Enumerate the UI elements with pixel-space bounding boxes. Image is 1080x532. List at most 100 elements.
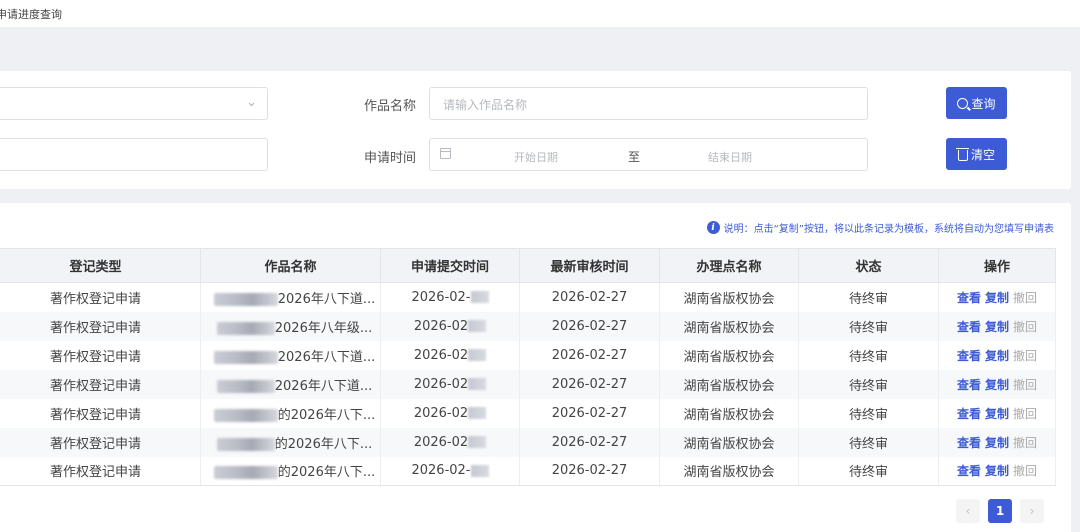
work-name-cell: 2026年八下道... <box>200 340 381 370</box>
redacted-text <box>216 437 275 451</box>
view-link[interactable]: 查看 <box>957 376 981 393</box>
withdraw-link[interactable]: 撤回 <box>1013 376 1037 393</box>
start-date-input[interactable]: 开始日期 <box>514 149 558 165</box>
copy-link[interactable]: 复制 <box>985 405 1009 422</box>
submit-time-text: 2026-02 <box>413 434 469 450</box>
redacted-text <box>468 349 487 361</box>
withdraw-link[interactable]: 撤回 <box>1013 347 1037 364</box>
redacted-text <box>468 407 487 419</box>
registration-type-cell: 著作权登记申请 <box>0 282 201 312</box>
trash-icon <box>955 147 969 161</box>
header-review-time: 最新审核时间 <box>519 248 660 283</box>
registration-type-cell: 著作权登记申请 <box>0 369 201 399</box>
actions-cell: 查看 复制 撤回 <box>938 456 1056 486</box>
table-row: 著作权登记申请 的2026年八下... 2026-02 2026-02-27 湖南省版权… <box>0 398 1056 428</box>
copy-link[interactable]: 复制 <box>985 347 1009 364</box>
redacted-text <box>216 321 275 335</box>
header-submit-time: 申请提交时间 <box>380 248 520 283</box>
prev-page-button[interactable]: ‹ <box>956 499 980 523</box>
review-time-cell: 2026-02-27 <box>519 340 660 370</box>
apply-time-label: 申请时间 <box>364 151 417 166</box>
work-name-text: 的2026年八下... <box>277 465 376 481</box>
withdraw-link[interactable]: 撤回 <box>1013 318 1037 335</box>
page-number-button[interactable]: 1 <box>988 499 1012 523</box>
status-cell: 待终审 <box>798 369 939 399</box>
info-icon: i <box>706 221 720 234</box>
work-name-label: 作品名称 <box>364 99 417 114</box>
withdraw-link[interactable]: 撤回 <box>1013 289 1037 306</box>
header-office-name: 办理点名称 <box>659 248 799 283</box>
submit-time-cell: 2026-02 <box>380 427 520 457</box>
view-link[interactable]: 查看 <box>957 405 981 422</box>
copy-link[interactable]: 复制 <box>985 318 1009 335</box>
review-time-cell: 2026-02-27 <box>519 282 660 312</box>
work-name-cell: 2026年八年级... <box>200 311 381 341</box>
work-name-cell: 的2026年八下... <box>200 398 381 428</box>
submit-time-cell: 2026-02- <box>380 282 520 312</box>
submit-time-cell: 2026-02 <box>380 340 520 370</box>
header-work-name: 作品名称 <box>200 248 381 283</box>
submit-time-cell: 2026-02- <box>380 456 520 486</box>
status-cell: 待终审 <box>798 398 939 428</box>
work-name-cell: 2026年八下道... <box>200 369 381 399</box>
date-range-picker[interactable]: 开始日期 至 结束日期 <box>429 138 868 171</box>
view-link[interactable]: 查看 <box>957 434 981 451</box>
office-name-cell: 湖南省版权协会 <box>659 398 799 428</box>
redacted-text <box>213 408 278 422</box>
work-name-text: 的2026年八下... <box>274 436 373 452</box>
redacted-text <box>213 466 278 480</box>
registration-type-select[interactable]: ⌄ <box>0 87 268 120</box>
clear-button[interactable]: 清空 <box>946 138 1007 170</box>
status-cell: 待终审 <box>798 282 939 312</box>
status-cell: 待终审 <box>798 340 939 370</box>
registration-type-cell: 著作权登记申请 <box>0 340 201 370</box>
redacted-text <box>213 292 278 306</box>
next-page-button[interactable]: › <box>1020 499 1044 523</box>
actions-cell: 查看 复制 撤回 <box>938 398 1056 428</box>
end-date-input[interactable]: 结束日期 <box>708 149 752 165</box>
registration-type-cell: 著作权登记申请 <box>0 398 201 428</box>
submit-time-text: 2026-02 <box>413 318 469 334</box>
redacted-text <box>468 436 487 448</box>
withdraw-link[interactable]: 撤回 <box>1013 462 1037 479</box>
review-time-cell: 2026-02-27 <box>519 398 660 428</box>
work-name-text: 2026年八下道... <box>277 291 376 307</box>
work-name-cell: 2026年八下道... <box>200 282 381 312</box>
withdraw-link[interactable]: 撤回 <box>1013 405 1037 422</box>
office-name-cell: 湖南省版权协会 <box>659 311 799 341</box>
review-time-cell: 2026-02-27 <box>519 311 660 341</box>
redacted-text <box>216 379 275 393</box>
submit-time-text: 2026-02 <box>413 347 469 363</box>
table-row: 著作权登记申请 2026年八年级... 2026-02 2026-02-27 湖南省版权… <box>0 311 1056 341</box>
copy-link[interactable]: 复制 <box>985 376 1009 393</box>
submit-time-cell: 2026-02 <box>380 369 520 399</box>
submit-time-text: 2026-02- <box>411 463 471 479</box>
actions-cell: 查看 复制 撤回 <box>938 369 1056 399</box>
submit-time-cell: 2026-02 <box>380 311 520 341</box>
submit-time-text: 2026-02 <box>413 405 469 421</box>
filter-panel: ⌄ 作品名称 请输入作品名称 申请时间 开始日期 至 结束日期 查询 清空 <box>0 71 1071 189</box>
view-link[interactable]: 查看 <box>957 318 981 335</box>
search-button[interactable]: 查询 <box>946 87 1007 119</box>
copy-link[interactable]: 复制 <box>985 434 1009 451</box>
work-name-text: 2026年八下道... <box>277 349 376 365</box>
office-name-cell: 湖南省版权协会 <box>659 456 799 486</box>
view-link[interactable]: 查看 <box>957 347 981 364</box>
copy-link[interactable]: 复制 <box>985 462 1009 479</box>
view-link[interactable]: 查看 <box>957 289 981 306</box>
secondary-filter-input[interactable] <box>0 138 268 171</box>
results-panel: i 说明：点击“复制”按钮，将以此条记录为模板，系统将自动为您填写申请表 登记类… <box>0 203 1071 532</box>
view-link[interactable]: 查看 <box>957 462 981 479</box>
copy-link[interactable]: 复制 <box>985 289 1009 306</box>
table-row: 著作权登记申请 2026年八下道... 2026-02- 2026-02-27 湖南省版… <box>0 282 1056 312</box>
office-name-cell: 湖南省版权协会 <box>659 427 799 457</box>
redacted-text <box>470 291 489 304</box>
range-separator: 至 <box>628 150 641 164</box>
search-button-label: 查询 <box>971 96 996 111</box>
withdraw-link[interactable]: 撤回 <box>1013 434 1037 451</box>
submit-time-text: 2026-02 <box>413 376 469 392</box>
work-name-input[interactable]: 请输入作品名称 <box>429 87 868 120</box>
submit-time-text: 2026-02- <box>411 289 471 305</box>
review-time-cell: 2026-02-27 <box>519 427 660 457</box>
chevron-down-icon: ⌄ <box>246 95 257 110</box>
